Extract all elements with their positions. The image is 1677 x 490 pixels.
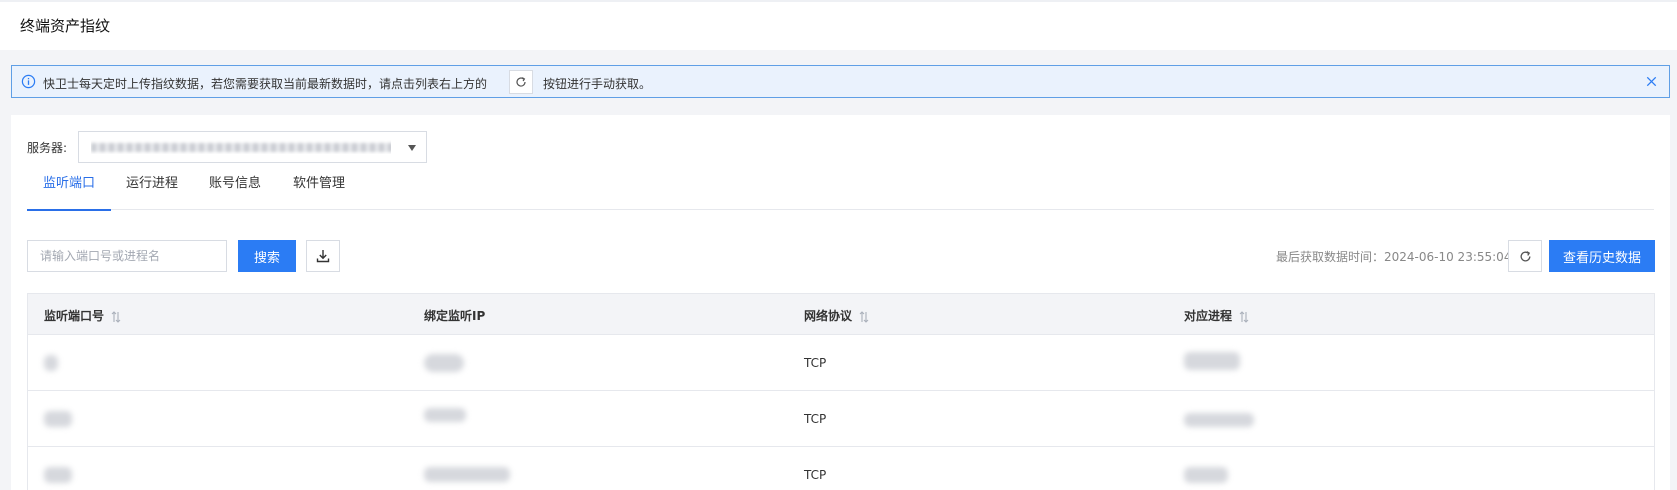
protocol-cell: TCP [804,356,827,370]
table-row: TCP [28,446,1654,490]
redacted-cell [424,408,466,422]
tab-bar: 监听端口 运行进程 账号信息 软件管理 [27,169,1654,211]
download-icon [316,250,330,263]
info-circle-icon [21,74,36,89]
view-history-button[interactable]: 查看历史数据 [1549,240,1655,272]
redacted-cell [1184,352,1240,370]
table-header: 监听端口号 绑定监听IP 网络协议 对应进程 [28,294,1654,334]
page-title: 终端资产指纹 [20,17,111,35]
redacted-cell [44,411,72,427]
close-icon[interactable] [1644,74,1659,89]
table-row: TCP [28,390,1654,446]
download-button[interactable] [306,240,340,272]
sort-icon[interactable] [859,310,869,323]
tab-running-processes[interactable]: 运行进程 [110,169,194,210]
page-header: 终端资产指纹 [0,0,1677,50]
redacted-cell [424,354,464,372]
protocol-cell: TCP [804,468,827,482]
table-row: TCP [28,334,1654,390]
column-header-ip: 绑定监听IP [424,309,486,323]
tab-listening-ports[interactable]: 监听端口 [27,169,112,211]
search-input[interactable] [27,240,227,272]
notice-text: 快卫士每天定时上传指纹数据，若您需要获取当前最新数据时，请点击列表右上方的 [43,77,488,91]
column-header-port[interactable]: 监听端口号 [44,307,121,324]
last-fetch-time: 最后获取数据时间：2024-06-10 23:55:04 [1276,250,1512,264]
ports-table: 监听端口号 绑定监听IP 网络协议 对应进程 TCP TCP TCP [27,293,1655,490]
refresh-icon [1520,250,1530,262]
notice-refresh-button[interactable] [509,70,533,94]
redacted-cell [44,467,72,483]
tab-software-management[interactable]: 软件管理 [277,169,361,210]
refresh-button[interactable] [1508,240,1542,272]
server-label: 服务器: [27,141,68,155]
redacted-cell [424,467,510,482]
info-notice: 快卫士每天定时上传指纹数据，若您需要获取当前最新数据时，请点击列表右上方的 按钮… [11,65,1670,98]
protocol-cell: TCP [804,412,827,426]
server-select-value [91,140,391,154]
redacted-cell [1184,467,1228,483]
redacted-cell [44,355,58,371]
redacted-cell [1184,413,1254,427]
main-panel: 服务器: 监听端口 运行进程 账号信息 软件管理 搜索 最后获取数据时间：202… [11,115,1670,490]
tab-account-info[interactable]: 账号信息 [193,169,277,210]
sort-icon[interactable] [111,310,121,323]
column-header-process[interactable]: 对应进程 [1184,307,1249,324]
caret-down-icon [408,145,416,151]
column-header-protocol[interactable]: 网络协议 [804,307,869,324]
refresh-icon [516,77,526,87]
server-select[interactable] [78,131,427,163]
sort-icon[interactable] [1239,310,1249,323]
search-button[interactable]: 搜索 [238,240,296,272]
notice-text-after: 按钮进行手动获取。 [543,77,652,91]
